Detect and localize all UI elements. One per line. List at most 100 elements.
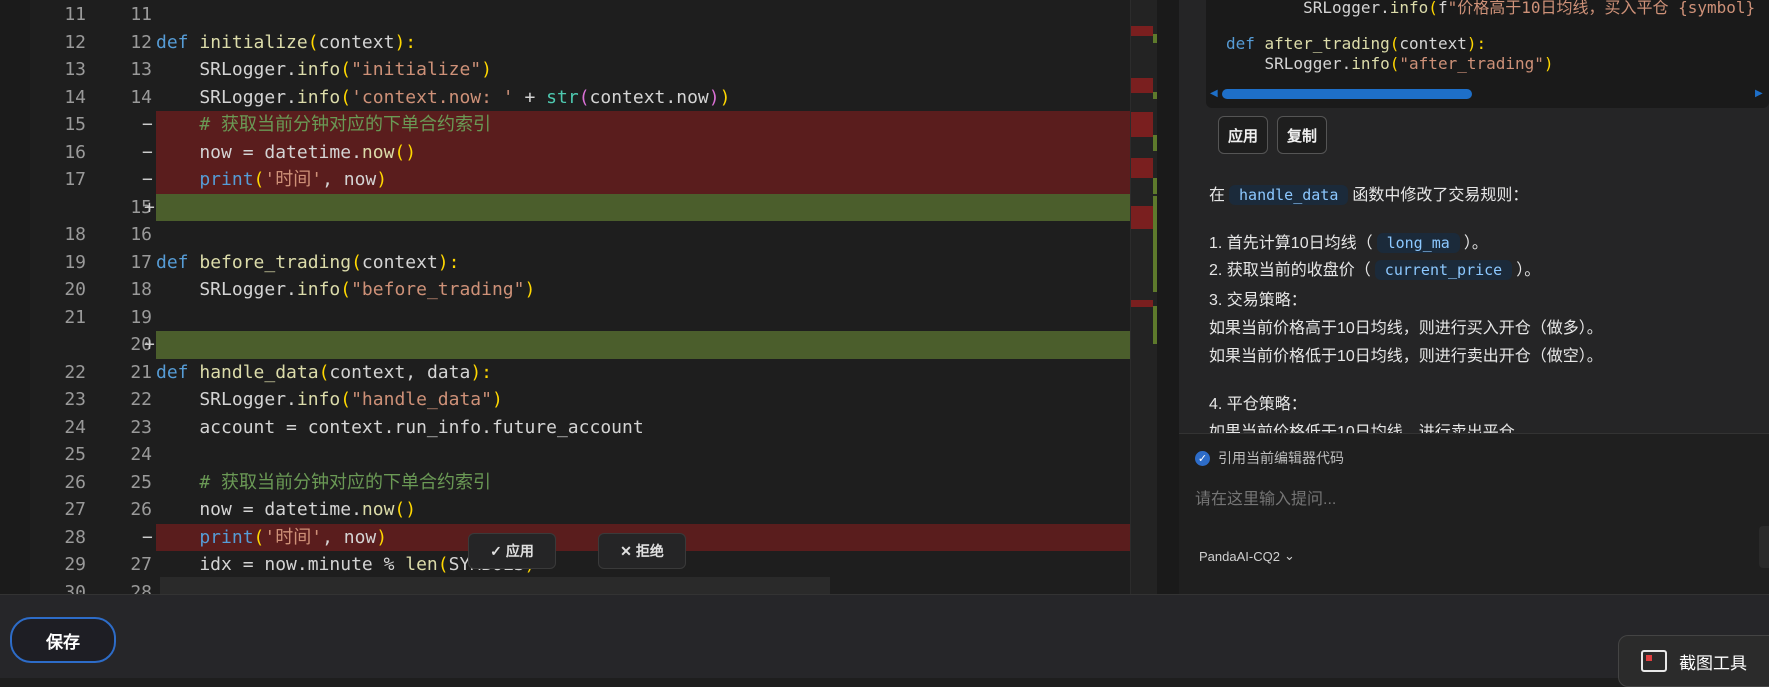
checkbox-checked-icon[interactable]: ✓ (1195, 450, 1210, 466)
removed-code-line[interactable]: 17− print('时间', now) (30, 166, 1130, 194)
code-token: idx = now.minute % (156, 554, 406, 575)
copy-code-label: 复制 (1286, 127, 1317, 145)
message-item-2: 2. 获取当前的收盘价（ current_price）。 (1209, 256, 1540, 280)
send-button-edge[interactable] (1759, 526, 1769, 568)
modified-line-number: 19 (130, 306, 152, 328)
model-selector[interactable]: PandaAI-CQ2 ⌄ (1199, 548, 1295, 564)
code-token: "initialize" (351, 59, 482, 80)
code-token: 'context.now: ' (351, 86, 514, 108)
diff-line-highlight (156, 1, 1130, 29)
code-line[interactable]: 25 24 (30, 441, 1130, 469)
original-line-number: 25 (64, 444, 86, 465)
code-line[interactable]: 12 12 def initialize(context): (30, 29, 1130, 57)
code-token: ): (394, 31, 417, 53)
message-item-4: 4. 平仓策略： (1209, 396, 1307, 413)
message-intro: 在 handle_data 函数中修改了交易规则： (1209, 181, 1528, 205)
code-line[interactable]: 23 22 SRLogger.info("handle_data") (30, 386, 1130, 414)
original-line-number: 15 (64, 114, 86, 135)
code-text: print('时间', now) (156, 524, 387, 552)
reference-editor-label: 引用当前编辑器代码 (1218, 450, 1344, 466)
code-token: account = context.run_info.future_accoun… (156, 416, 644, 438)
code-line[interactable]: 27 26 now = datetime.now() (30, 496, 1130, 524)
code-token: () (394, 141, 417, 163)
added-code-line[interactable]: 15 + (30, 193, 1130, 221)
code-block-scrollbar[interactable] (1222, 89, 1472, 99)
code-line[interactable]: 13 13 SRLogger.info("initialize") (30, 56, 1130, 84)
code-token: ( (340, 86, 352, 108)
added-code-line[interactable]: 20 + (30, 331, 1130, 359)
original-line-number: 22 (64, 361, 86, 383)
code-token: '时间' (264, 526, 323, 548)
code-text: SRLogger.info("before_trading") (156, 276, 535, 304)
code-line[interactable]: 19 17 def before_trading(context): (30, 249, 1130, 277)
original-line-number: 30 (64, 581, 86, 595)
close-icon: ✕ (620, 542, 632, 559)
screenshot-tool-label: 截图工具 (1679, 653, 1747, 673)
modified-line-number: 26 (130, 499, 152, 520)
code-line[interactable]: 2927 idx = now.minute % len(SYMBOLS) (30, 551, 1130, 579)
original-line-number: 14 (64, 86, 86, 108)
original-line-number: 12 (64, 31, 86, 53)
code-line[interactable]: 22 21 def handle_data(context, data): (30, 359, 1130, 387)
question-input[interactable] (1193, 484, 1737, 516)
modified-line-number: 13 (130, 59, 152, 80)
diff-reject-button[interactable]: ✕ 拒绝 (598, 533, 686, 569)
code-token: "before_trading" (351, 279, 525, 300)
message-item-3: 3. 交易策略： (1209, 292, 1307, 309)
code-token: SRLogger. (156, 86, 297, 108)
removed-code-line[interactable]: 16− now = datetime.now() (30, 138, 1130, 166)
code-token: f (1437, 0, 1448, 17)
code-line[interactable]: 18 16 (30, 221, 1130, 249)
code-token: ( (1428, 0, 1438, 17)
modified-line-number: 12 (130, 31, 152, 53)
editor-horizontal-scrollbar[interactable] (160, 577, 830, 594)
code-token: def (156, 361, 200, 383)
code-token: "after_trading" (1399, 54, 1544, 73)
modified-line-number: 28 (130, 581, 152, 595)
plus-icon: + (144, 334, 155, 355)
original-line-number: 29 (64, 554, 86, 575)
diff-line-highlight (156, 304, 1130, 332)
removed-code-line[interactable]: 28− print('时间', now) (30, 523, 1130, 552)
code-token: context (1399, 34, 1467, 53)
code-token: info (1389, 0, 1429, 17)
scroll-right-icon[interactable]: ▶ (1755, 88, 1763, 99)
original-line-number: 24 (64, 416, 86, 438)
code-token: info (296, 279, 341, 300)
code-token: ): (1466, 34, 1487, 53)
code-token: ( (351, 251, 362, 273)
suggested-code-block: ◀ ▶ SRLogger.info(f"价格高于10日均线，买入平仓 {symb… (1206, 0, 1769, 108)
diff-line-highlight (156, 441, 1130, 469)
code-block-line: def after_trading(context): (1226, 34, 1486, 53)
code-line[interactable]: 21 19 (30, 304, 1130, 332)
code-token: print (156, 526, 254, 548)
copy-code-button[interactable]: 复制 (1277, 116, 1327, 154)
modified-line-number: 25 (130, 471, 152, 493)
scroll-left-icon[interactable]: ◀ (1210, 88, 1218, 99)
code-token: ): (437, 251, 460, 273)
message-item-3a: 如果当前价格高于10日均线，则进行买入开仓（做多）。 (1209, 320, 1603, 337)
original-line-number: 23 (64, 389, 86, 410)
panel-divider[interactable] (1157, 0, 1179, 594)
code-line[interactable]: 24 23 account = context.run_info.future_a… (30, 414, 1130, 442)
diff-editor[interactable]: 11 11 12 12 def initialize(context): 13 13 SRL… (30, 0, 1157, 594)
original-line-number: 11 (64, 4, 86, 25)
code-line[interactable]: 26 25 # 获取当前分钟对应的下单合约索引 (30, 469, 1130, 497)
item1-prefix: 1. 首先计算10日均线（ (1209, 235, 1373, 252)
save-button[interactable]: 保存 (10, 617, 116, 663)
screenshot-tool-button[interactable]: 截图工具 (1618, 635, 1769, 687)
code-line[interactable]: 20 18 SRLogger.info("before_trading") (30, 276, 1130, 304)
reference-editor-toggle[interactable]: ✓ 引用当前编辑器代码 (1195, 448, 1344, 468)
diff-apply-button[interactable]: ✓ 应用 (468, 533, 556, 569)
original-line-number: 26 (64, 471, 86, 493)
apply-code-button[interactable]: 应用 (1218, 116, 1268, 154)
code-line[interactable]: 14 14 SRLogger.info('context.now: ' + str… (30, 84, 1130, 112)
code-token: SRLogger. (1226, 54, 1352, 73)
code-token: context.now (589, 86, 709, 108)
code-token: now (361, 499, 395, 520)
code-text: def initialize(context): (156, 29, 416, 57)
code-token: initialize (199, 31, 308, 53)
code-line[interactable]: 11 11 (30, 1, 1130, 29)
removed-code-line[interactable]: 15− # 获取当前分钟对应的下单合约索引 (30, 111, 1130, 139)
code-token: after_trading (1264, 34, 1390, 53)
